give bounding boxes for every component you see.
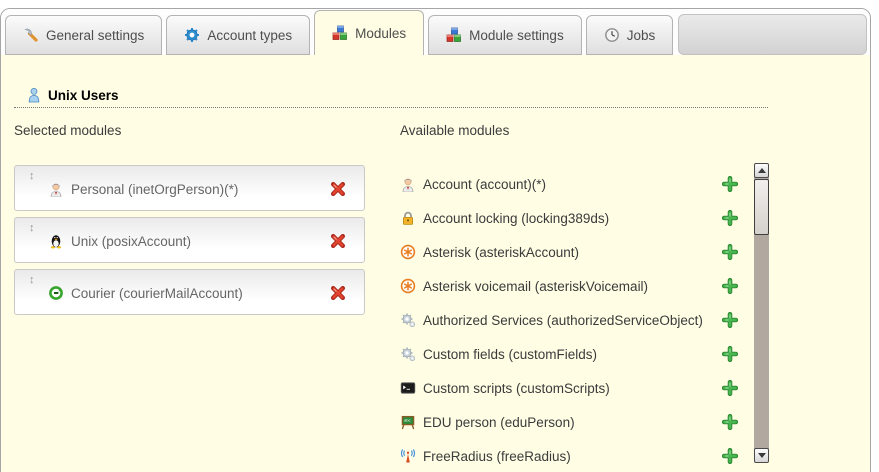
available-module-row-authorized-services-authorizedserviceobject: Authorized Services (authorizedServiceOb…	[400, 303, 745, 337]
title-divider	[14, 107, 768, 108]
page-title: Unix Users	[26, 87, 119, 103]
scrollbar-thumb[interactable]	[754, 179, 769, 235]
module-label: Custom fields (customFields)	[423, 337, 597, 371]
selected-modules-heading: Selected modules	[14, 123, 121, 138]
module-icon	[400, 210, 416, 226]
tab-account-types[interactable]: Account types	[166, 15, 310, 55]
config-panel: General settings Account types Modules M…	[0, 8, 871, 472]
tab-icon	[604, 27, 620, 43]
add-module-button[interactable]	[722, 414, 738, 430]
module-icon	[48, 181, 64, 197]
svg-text:abc: abc	[404, 418, 410, 423]
module-label: Account locking (locking389ds)	[423, 201, 609, 235]
selected-module-card-unix-posixaccount[interactable]: ↕ Unix (posixAccount)	[14, 217, 365, 263]
available-module-row-account-account: Account (account)(*)	[400, 167, 745, 201]
tab-bar-filler	[678, 14, 867, 55]
tab-icon	[332, 25, 348, 41]
available-module-row-custom-scripts-customscripts: Custom scripts (customScripts)	[400, 371, 745, 405]
available-module-row-freeradius-freeradius: FreeRadius (freeRadius)	[400, 439, 745, 472]
selected-module-card-personal-inetorgperson[interactable]: ↕ Personal (inetOrgPerson)(*)	[14, 165, 365, 211]
module-label: Asterisk (asteriskAccount)	[423, 235, 579, 269]
module-icon	[400, 278, 416, 294]
scrollbar-down-button[interactable]	[754, 448, 769, 463]
add-module-button[interactable]	[722, 210, 738, 226]
add-module-button[interactable]	[722, 346, 738, 362]
module-icon	[400, 176, 416, 192]
add-module-button[interactable]	[722, 448, 738, 464]
user-icon	[26, 87, 42, 103]
available-module-row-asterisk-voicemail-asteriskvoicemail: Asterisk voicemail (asteriskVoicemail)	[400, 269, 745, 303]
tab-label: Module settings	[469, 28, 564, 43]
remove-module-button[interactable]	[330, 285, 346, 301]
module-icon	[400, 448, 416, 464]
add-module-button[interactable]	[722, 278, 738, 294]
available-modules-heading: Available modules	[400, 123, 509, 138]
module-icon: abc	[400, 414, 416, 430]
module-label: Personal (inetOrgPerson)(*)	[71, 166, 238, 212]
available-module-row-edu-person-eduperson: abc EDU person (eduPerson)	[400, 405, 745, 439]
module-label: Account (account)(*)	[423, 167, 546, 201]
page-title-text: Unix Users	[48, 88, 119, 103]
available-module-row-account-locking-locking389ds: Account locking (locking389ds)	[400, 201, 745, 235]
lam-config-window: General settings Account types Modules M…	[0, 0, 879, 472]
add-module-button[interactable]	[722, 312, 738, 328]
add-module-button[interactable]	[722, 176, 738, 192]
module-icon	[48, 285, 64, 301]
available-module-row-custom-fields-customfields: Custom fields (customFields)	[400, 337, 745, 371]
tab-icon	[23, 27, 39, 43]
up-arrow-icon	[758, 168, 766, 173]
remove-module-button[interactable]	[330, 233, 346, 249]
drag-handle-icon[interactable]: ↕	[29, 223, 35, 234]
add-module-button[interactable]	[722, 380, 738, 396]
selected-module-card-courier-couriermailaccount[interactable]: ↕ Courier (courierMailAccount)	[14, 269, 365, 315]
module-label: Authorized Services (authorizedServiceOb…	[423, 303, 703, 337]
module-icon	[400, 312, 416, 328]
tab-icon	[446, 27, 462, 43]
module-icon	[48, 233, 64, 249]
tab-label: Modules	[355, 26, 406, 41]
tab-label: Account types	[207, 28, 292, 43]
available-modules-list: Account (account)(*) Account locking (lo…	[400, 167, 745, 472]
module-icon	[400, 244, 416, 260]
module-label: Unix (posixAccount)	[71, 218, 191, 264]
tab-label: General settings	[46, 28, 144, 43]
selected-modules-list: ↕ Personal (inetOrgPerson)(*) ↕ Unix (po…	[14, 165, 365, 321]
tab-module-settings[interactable]: Module settings	[428, 15, 582, 55]
available-module-row-asterisk-asteriskaccount: Asterisk (asteriskAccount)	[400, 235, 745, 269]
module-icon	[400, 380, 416, 396]
module-label: Asterisk voicemail (asteriskVoicemail)	[423, 269, 648, 303]
scrollbar-up-button[interactable]	[754, 163, 769, 178]
tab-bar: General settings Account types Modules M…	[1, 9, 870, 55]
drag-handle-icon[interactable]: ↕	[29, 171, 35, 182]
tab-icon	[184, 27, 200, 43]
module-label: FreeRadius (freeRadius)	[423, 439, 571, 472]
tab-general-settings[interactable]: General settings	[5, 15, 162, 55]
drag-handle-icon[interactable]: ↕	[29, 275, 35, 286]
available-modules-scrollbar[interactable]	[754, 163, 769, 463]
remove-module-button[interactable]	[330, 181, 346, 197]
tab-label: Jobs	[627, 28, 656, 43]
tab-list: General settings Account types Modules M…	[5, 10, 677, 55]
tab-modules[interactable]: Modules	[314, 10, 424, 55]
add-module-button[interactable]	[722, 244, 738, 260]
tab-jobs[interactable]: Jobs	[586, 15, 674, 55]
module-icon	[400, 346, 416, 362]
module-label: EDU person (eduPerson)	[423, 405, 575, 439]
module-label: Custom scripts (customScripts)	[423, 371, 610, 405]
module-label: Courier (courierMailAccount)	[71, 270, 243, 316]
down-arrow-icon	[758, 453, 766, 458]
